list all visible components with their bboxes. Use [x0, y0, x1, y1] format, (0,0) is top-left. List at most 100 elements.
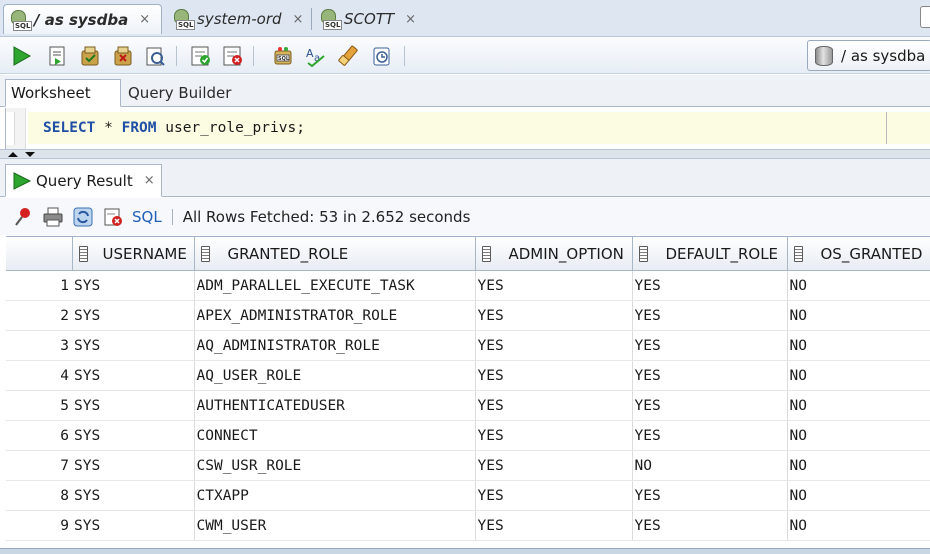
- cell-default-role[interactable]: YES: [632, 420, 788, 451]
- cell-username[interactable]: SYS: [72, 330, 195, 361]
- column-header-default-role[interactable]: DEFAULT_ROLE: [632, 237, 788, 271]
- toolbar-divider: [404, 46, 405, 66]
- cell-admin-option[interactable]: YES: [475, 270, 633, 301]
- tab-worksheet[interactable]: Worksheet: [5, 79, 121, 107]
- cell-admin-option[interactable]: YES: [475, 300, 633, 331]
- row-number: 5: [6, 390, 72, 421]
- cell-default-role[interactable]: NO: [632, 450, 788, 481]
- cell-os-granted[interactable]: NO: [787, 420, 930, 451]
- table-row[interactable]: 7 SYS CSW_USR_ROLE YES NO NO: [6, 450, 930, 481]
- doc-tab-sysdba[interactable]: SQL / as sysdba ×: [3, 4, 162, 34]
- tab-label: Query Result: [36, 171, 133, 190]
- collapse-up-icon[interactable]: [8, 152, 18, 157]
- format-icon[interactable]: Aa: [303, 43, 329, 69]
- sql-button[interactable]: SQL: [132, 208, 162, 226]
- sql-tuning-icon[interactable]: [220, 43, 246, 69]
- cell-username[interactable]: SYS: [72, 450, 195, 481]
- sort-icon: [638, 245, 648, 262]
- cell-os-granted[interactable]: NO: [787, 300, 930, 331]
- result-grid[interactable]: USERNAME GRANTED_ROLE ADMIN_OPTION DEFAU…: [6, 236, 930, 554]
- close-icon[interactable]: ×: [144, 173, 155, 188]
- commit-icon[interactable]: [77, 43, 103, 69]
- cancel-query-icon[interactable]: [100, 204, 126, 230]
- horizontal-scrollbar[interactable]: [0, 548, 930, 554]
- tab-query-builder[interactable]: Query Builder: [128, 79, 231, 107]
- cell-granted-role[interactable]: CONNECT: [194, 420, 476, 451]
- tab-query-result[interactable]: Query Result ×: [5, 164, 162, 197]
- cell-username[interactable]: SYS: [72, 480, 195, 511]
- cell-username[interactable]: SYS: [72, 390, 195, 421]
- column-header-granted-role[interactable]: GRANTED_ROLE: [194, 237, 476, 271]
- clear-icon[interactable]: [336, 43, 362, 69]
- editor-right-margin: [886, 112, 930, 144]
- pane-splitter[interactable]: [0, 149, 930, 159]
- cell-os-granted[interactable]: NO: [787, 450, 930, 481]
- cell-username[interactable]: SYS: [72, 300, 195, 331]
- cell-os-granted[interactable]: NO: [787, 510, 930, 541]
- table-row[interactable]: 8 SYS CTXAPP YES YES NO: [6, 480, 930, 511]
- doc-tab-system-ord[interactable]: SQL system-ord ×: [167, 4, 307, 34]
- explain-plan-icon[interactable]: [188, 43, 214, 69]
- cell-admin-option[interactable]: YES: [475, 360, 633, 391]
- doc-tab-scott[interactable]: SQL SCOTT ×: [314, 4, 424, 34]
- cell-default-role[interactable]: YES: [632, 300, 788, 331]
- cell-default-role[interactable]: YES: [632, 390, 788, 421]
- cell-default-role[interactable]: YES: [632, 360, 788, 391]
- cell-granted-role[interactable]: CWM_USER: [194, 510, 476, 541]
- cell-username[interactable]: SYS: [72, 510, 195, 541]
- cell-admin-option[interactable]: YES: [475, 330, 633, 361]
- cell-granted-role[interactable]: AQ_USER_ROLE: [194, 360, 476, 391]
- sql-code-line[interactable]: SELECT * FROM user_role_privs;: [28, 112, 886, 144]
- cell-granted-role[interactable]: CTXAPP: [194, 480, 476, 511]
- table-row[interactable]: 5 SYS AUTHENTICATEDUSER YES YES NO: [6, 390, 930, 421]
- history-icon[interactable]: [369, 43, 395, 69]
- cell-os-granted[interactable]: NO: [787, 270, 930, 301]
- cell-default-role[interactable]: YES: [632, 270, 788, 301]
- toolbar-divider: [171, 208, 173, 225]
- cell-os-granted[interactable]: NO: [787, 480, 930, 511]
- unshared-sql-icon[interactable]: SQL: [270, 43, 296, 69]
- cell-username[interactable]: SYS: [72, 420, 195, 451]
- cell-admin-option[interactable]: YES: [475, 480, 633, 511]
- run-script-icon[interactable]: [44, 43, 70, 69]
- table-row[interactable]: 3 SYS AQ_ADMINISTRATOR_ROLE YES YES NO: [6, 330, 930, 361]
- cell-os-granted[interactable]: NO: [787, 390, 930, 421]
- refresh-icon[interactable]: [70, 204, 96, 230]
- cell-granted-role[interactable]: CSW_USR_ROLE: [194, 450, 476, 481]
- close-icon[interactable]: ×: [293, 12, 304, 27]
- cell-default-role[interactable]: YES: [632, 330, 788, 361]
- table-row[interactable]: 1 SYS ADM_PARALLEL_EXECUTE_TASK YES YES …: [6, 270, 930, 301]
- cell-admin-option[interactable]: YES: [475, 420, 633, 451]
- close-icon[interactable]: ×: [139, 12, 150, 27]
- window-menu-button[interactable]: [920, 6, 930, 28]
- connection-selector[interactable]: / as sysdba: [807, 40, 930, 71]
- cell-granted-role[interactable]: ADM_PARALLEL_EXECUTE_TASK: [194, 270, 476, 301]
- cell-granted-role[interactable]: AUTHENTICATEDUSER: [194, 390, 476, 421]
- cell-granted-role[interactable]: AQ_ADMINISTRATOR_ROLE: [194, 330, 476, 361]
- cell-default-role[interactable]: YES: [632, 480, 788, 511]
- cell-username[interactable]: SYS: [72, 360, 195, 391]
- run-statement-icon[interactable]: [8, 43, 34, 69]
- collapse-down-icon[interactable]: [25, 152, 35, 157]
- table-row[interactable]: 6 SYS CONNECT YES YES NO: [6, 420, 930, 451]
- cell-granted-role[interactable]: APEX_ADMINISTRATOR_ROLE: [194, 300, 476, 331]
- sql-editor[interactable]: SELECT * FROM user_role_privs;: [5, 108, 930, 149]
- cell-default-role[interactable]: YES: [632, 510, 788, 541]
- cell-os-granted[interactable]: NO: [787, 330, 930, 361]
- table-row[interactable]: 9 SYS CWM_USER YES YES NO: [6, 510, 930, 541]
- cell-username[interactable]: SYS: [72, 270, 195, 301]
- cell-os-granted[interactable]: NO: [787, 360, 930, 391]
- column-header-os-granted[interactable]: OS_GRANTED: [787, 237, 930, 271]
- cell-admin-option[interactable]: YES: [475, 390, 633, 421]
- cell-admin-option[interactable]: YES: [475, 450, 633, 481]
- rollback-icon[interactable]: [110, 43, 136, 69]
- print-icon[interactable]: [40, 204, 66, 230]
- column-header-admin-option[interactable]: ADMIN_OPTION: [475, 237, 633, 271]
- pin-icon[interactable]: [10, 204, 36, 230]
- cell-admin-option[interactable]: YES: [475, 510, 633, 541]
- table-row[interactable]: 4 SYS AQ_USER_ROLE YES YES NO: [6, 360, 930, 391]
- autotrace-icon[interactable]: [142, 43, 168, 69]
- table-row[interactable]: 2 SYS APEX_ADMINISTRATOR_ROLE YES YES NO: [6, 300, 930, 331]
- close-icon[interactable]: ×: [405, 12, 416, 27]
- column-header-username[interactable]: USERNAME: [72, 237, 195, 271]
